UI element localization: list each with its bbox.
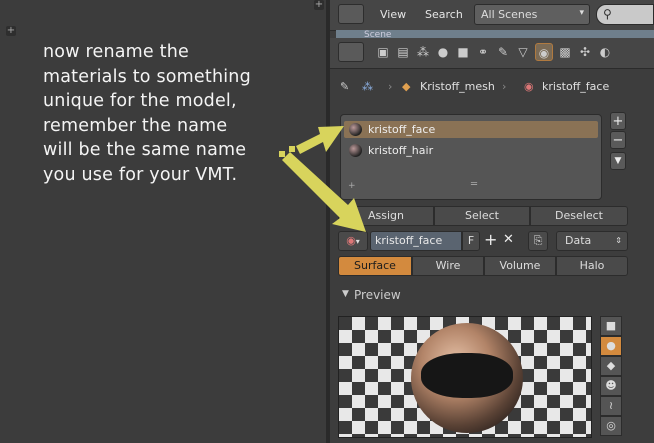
annotation-arrows xyxy=(279,126,366,232)
upper-annotation-arrow xyxy=(296,126,344,154)
arrow-dot xyxy=(289,146,295,152)
arrow-dot xyxy=(279,151,285,157)
lower-annotation-arrow xyxy=(282,152,366,232)
